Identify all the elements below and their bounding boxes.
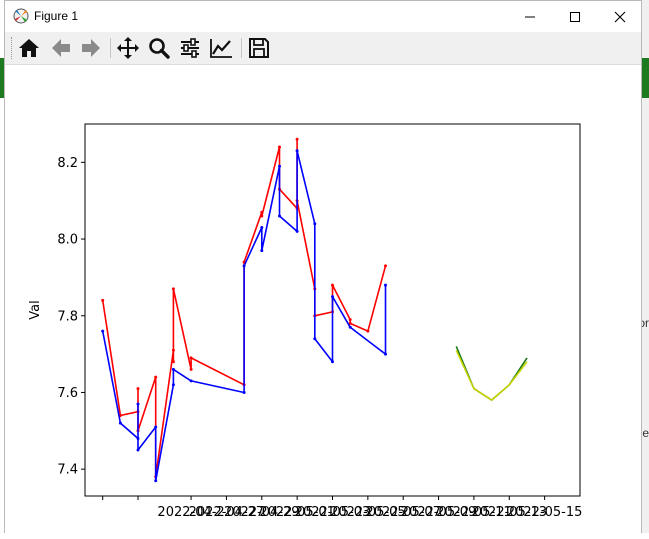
forward-arrow-icon: [82, 39, 100, 57]
series-1-point: [171, 360, 175, 364]
series-2-point: [295, 229, 299, 233]
window-title: Figure 1: [34, 9, 79, 23]
series-4-line: [455, 349, 528, 401]
background-app-strip-right: [642, 58, 649, 98]
save-button[interactable]: [245, 35, 273, 61]
series-2-point: [348, 325, 352, 329]
close-button[interactable]: [597, 1, 642, 32]
minimize-button[interactable]: [507, 1, 552, 32]
series-layer: [101, 137, 528, 483]
toolbar-grip: [11, 37, 14, 59]
series-2-point: [331, 360, 334, 364]
series-1-point: [295, 137, 299, 141]
series-1-point: [154, 375, 158, 379]
zoom-icon: [149, 38, 170, 59]
series-2-point: [136, 448, 140, 452]
maximize-button[interactable]: [552, 1, 597, 32]
series-2-point: [189, 379, 193, 383]
y-tick-label: 8.0: [57, 233, 78, 248]
series-1-point: [331, 283, 334, 287]
series-1-point: [171, 287, 175, 291]
series-2-point: [313, 337, 317, 341]
toolbar-separator: [110, 38, 111, 58]
edit-axis-icon: [210, 39, 232, 58]
y-tick-label: 7.4: [57, 463, 78, 478]
series-2-point: [242, 264, 246, 268]
series-2-point: [384, 352, 387, 356]
background-text-fragment: e: [642, 426, 649, 440]
series-2-point: [313, 222, 317, 226]
series-2-point: [260, 249, 264, 253]
toolbar-separator: [241, 38, 242, 58]
series-2-point: [171, 367, 175, 371]
title-bar[interactable]: Figure 1: [5, 1, 641, 32]
back-arrow-icon: [52, 39, 70, 57]
maximize-icon: [569, 11, 580, 22]
minimize-icon: [524, 16, 535, 17]
series-1-point: [136, 387, 140, 391]
home-button[interactable]: [15, 35, 43, 61]
home-icon: [19, 39, 39, 57]
series-2-point: [136, 437, 140, 440]
series-2-point: [101, 329, 105, 333]
series-1-point: [260, 214, 264, 218]
pan-button[interactable]: [114, 35, 142, 61]
series-2-point: [242, 391, 246, 394]
close-icon: [614, 11, 625, 22]
series-1-point: [366, 329, 370, 333]
y-tick-label: 7.8: [57, 309, 78, 324]
configure-subplots-icon: [181, 38, 199, 58]
figure-canvas[interactable]: 7.4 7.6 7.8 8.0 8.2 2022-04-2 2022-04-27 2022-…: [5, 65, 641, 534]
y-axis-label: Val: [28, 300, 43, 319]
line-chart: 7.4 7.6 7.8 8.0 8.2 2022-04-22022-04-272022-…: [28, 123, 583, 520]
y-tick-label: 7.6: [57, 386, 78, 401]
series-2-point: [136, 402, 140, 406]
series-2-point: [118, 421, 122, 425]
series-1-point: [189, 367, 193, 371]
forward-button[interactable]: [77, 35, 105, 61]
x-tick-label: 2022-05-15: [507, 505, 583, 520]
configure-subplots-button[interactable]: [176, 35, 204, 61]
edit-axis-button[interactable]: [207, 35, 235, 61]
series-1-point: [278, 145, 281, 149]
series-1-point: [348, 318, 352, 322]
matplotlib-app-icon: [13, 8, 29, 24]
y-tick-label: 8.2: [57, 156, 78, 171]
y-axis: 7.4 7.6 7.8 8.0 8.2: [57, 156, 85, 478]
series-2-point: [154, 425, 158, 429]
pan-move-icon: [117, 37, 139, 59]
series-2-point: [154, 479, 158, 483]
series-2-point: [171, 383, 175, 387]
series-2-point: [295, 149, 299, 153]
series-1-point: [189, 356, 193, 360]
series-2-point: [260, 226, 264, 229]
series-2-point: [384, 283, 387, 287]
zoom-button[interactable]: [145, 35, 173, 61]
series-2-line: [101, 150, 387, 482]
figure-window: Figure 1 7.4 7.6 7.8 8.0 8.2 2022-04-2 2…: [4, 0, 642, 534]
series-2-point: [331, 295, 334, 299]
series-2-point: [278, 164, 281, 168]
save-icon: [249, 38, 269, 58]
series-1-point: [260, 210, 264, 214]
navigation-toolbar: [5, 32, 641, 65]
series-2-point: [278, 214, 281, 218]
back-button[interactable]: [47, 35, 75, 61]
series-1-point: [101, 298, 105, 302]
series-1-point: [171, 348, 175, 352]
series-1-point: [384, 264, 387, 268]
x-axis: 2022-04-22022-04-272022-04-292022-05-012…: [102, 496, 583, 520]
